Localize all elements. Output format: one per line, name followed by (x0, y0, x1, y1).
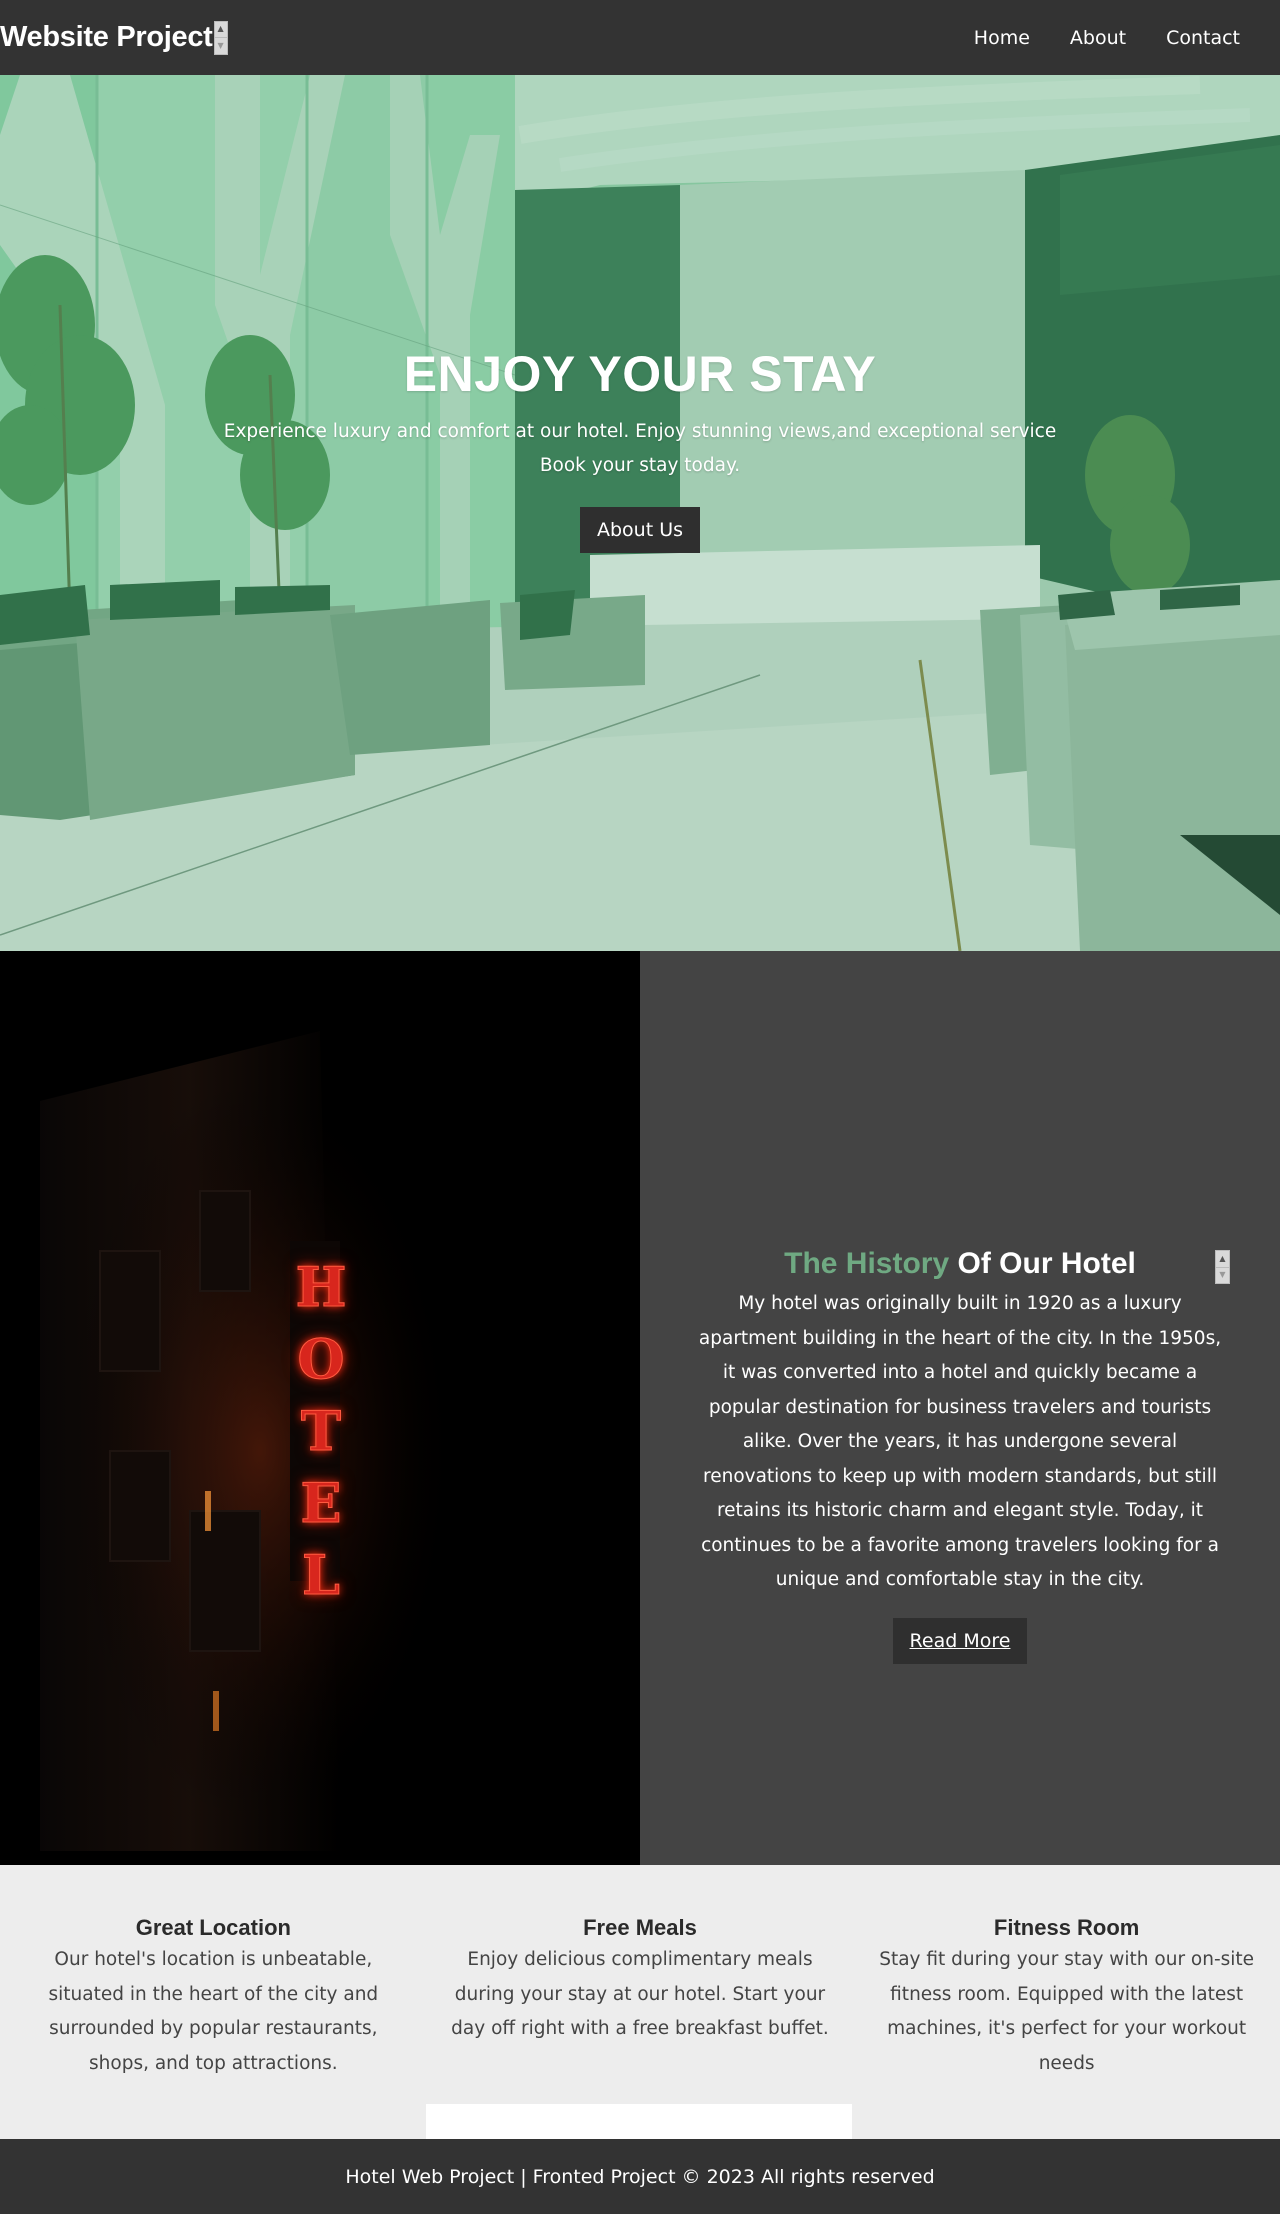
footer-text: Hotel Web Project | Fronted Project © 20… (345, 2165, 935, 2188)
hero-text-line-1: Experience luxury and comfort at our hot… (223, 421, 1057, 442)
spinner-up-icon[interactable]: ▲ (215, 22, 227, 38)
brand-title: Website Project (0, 21, 213, 53)
brand: Website Project ▲ ▼ (0, 0, 228, 75)
read-more-button[interactable]: Read More (892, 1617, 1028, 1664)
hotel-sign: H O T E L (295, 1251, 347, 1611)
number-spinner-icon[interactable]: ▲ ▼ (1215, 1250, 1230, 1284)
white-placeholder-box (426, 2104, 852, 2140)
nav-link-contact[interactable]: Contact (1166, 27, 1240, 49)
hero-content: ENJOY YOUR STAY Experience luxury and co… (0, 345, 1280, 553)
history-content: The History Of Our Hotel My hotel was or… (690, 1247, 1230, 1664)
feature-card: Great Location Our hotel's location is u… (0, 1865, 427, 2139)
feature-text: Our hotel's location is unbeatable, situ… (48, 1949, 379, 2074)
sign-letter: H (295, 1255, 347, 1320)
feature-title: Free Meals (583, 1915, 697, 1940)
about-us-button[interactable]: About Us (579, 507, 701, 553)
hotel-sign-image: H O T E L (0, 951, 640, 1865)
history-text: My hotel was originally built in 1920 as… (698, 1293, 1222, 1590)
nav-link-about[interactable]: About (1070, 27, 1126, 49)
hero-text: Experience luxury and comfort at our hot… (0, 415, 1280, 483)
nav-link-home[interactable]: Home (974, 27, 1030, 49)
history-section: H O T E L The History Of Our Hotel My ho… (0, 951, 1280, 1865)
sign-letter: T (300, 1399, 342, 1464)
hero-text-line-2: Book your stay today. (539, 455, 741, 476)
hero-title: ENJOY YOUR STAY (403, 346, 877, 402)
nav-links: Home About Contact (974, 27, 1240, 49)
spinner-down-icon[interactable]: ▼ (214, 37, 227, 54)
feature-card: Free Meals Enjoy delicious complimentary… (427, 1865, 854, 2139)
history-title: The History Of Our Hotel (690, 1247, 1230, 1281)
sign-letter: E (300, 1471, 342, 1536)
feature-text: Stay fit during your stay with our on-si… (879, 1949, 1255, 2074)
number-spinner-icon[interactable]: ▲ ▼ (213, 20, 228, 55)
spinner-down-icon[interactable]: ▼ (1216, 1266, 1229, 1284)
history-title-rest: Of Our Hotel (957, 1247, 1136, 1280)
feature-card: Fitness Room Stay fit during your stay w… (853, 1865, 1280, 2139)
spinner-up-icon[interactable]: ▲ (1216, 1251, 1229, 1267)
feature-title: Fitness Room (993, 1915, 1140, 1940)
feature-title: Great Location (135, 1915, 291, 1940)
footer: Hotel Web Project | Fronted Project © 20… (0, 2139, 1280, 2214)
navbar: Website Project ▲ ▼ Home About Contact (0, 0, 1280, 75)
sign-letter: O (297, 1327, 345, 1392)
sign-letter: L (302, 1543, 341, 1608)
history-info: The History Of Our Hotel My hotel was or… (640, 951, 1280, 1865)
feature-text: Enjoy delicious complimentary meals duri… (451, 1949, 829, 2039)
features-section: Great Location Our hotel's location is u… (0, 1865, 1280, 2139)
hero-section: ENJOY YOUR STAY Experience luxury and co… (0, 75, 1280, 951)
history-title-accent: The History (784, 1247, 950, 1280)
